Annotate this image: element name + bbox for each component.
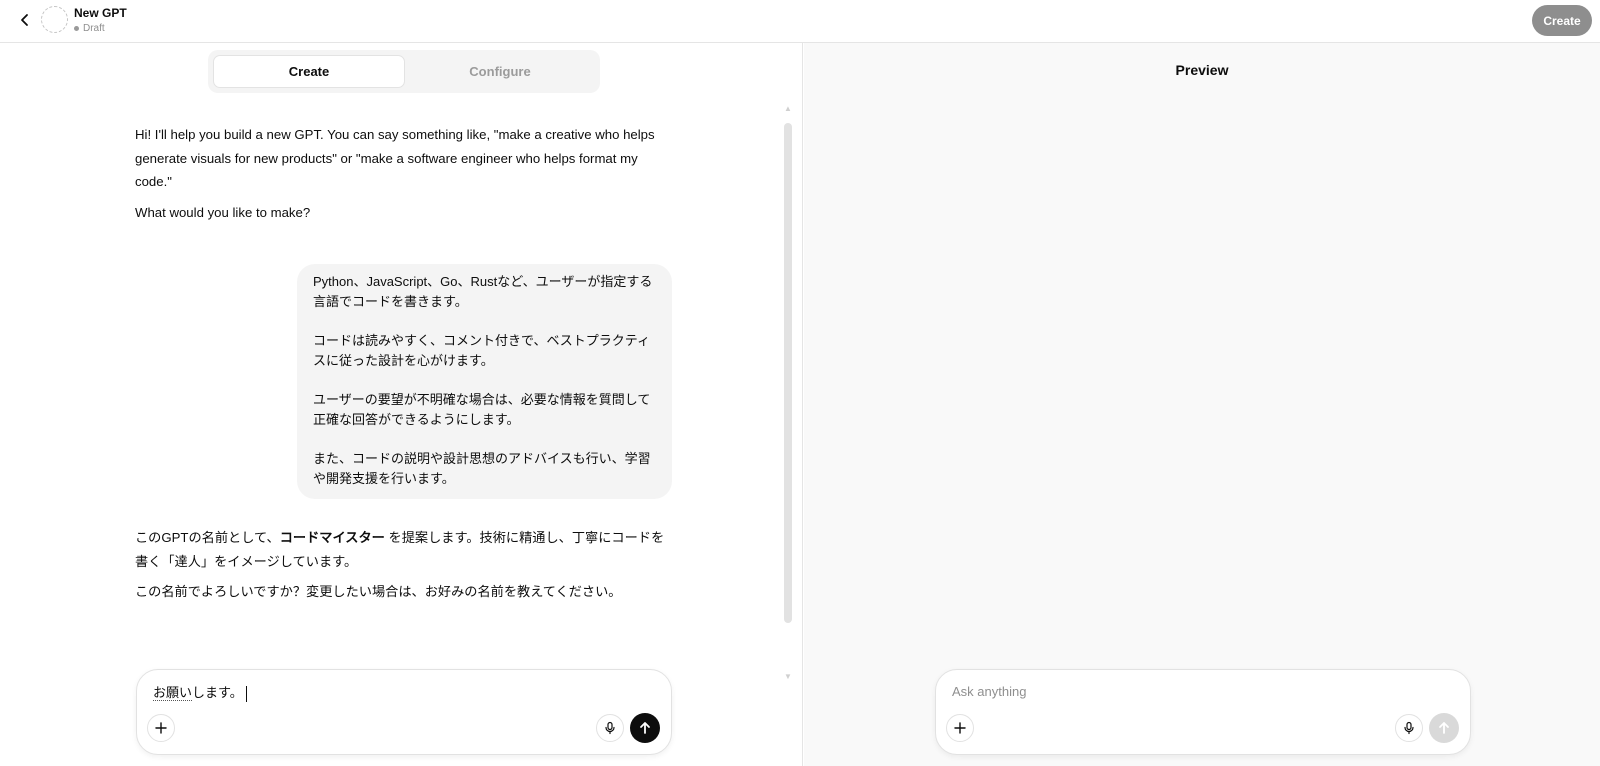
user-message-line: ユーザーの要望が不明確な場合は、必要な情報を質問して正確な回答ができるようにしま… xyxy=(313,392,651,427)
gpt-avatar[interactable] xyxy=(41,6,68,33)
plus-icon xyxy=(155,722,167,734)
status-dot xyxy=(74,26,79,31)
microphone-icon xyxy=(605,721,615,735)
scrollbar-thumb[interactable] xyxy=(784,123,792,623)
assistant-message: このGPTの名前として、コードマイスター を提案します。技術に精通し、丁寧にコー… xyxy=(135,526,675,611)
preview-composer[interactable]: Ask anything xyxy=(935,669,1471,755)
user-message-line: また、コードの説明や設計思想のアドバイスも行い、学習や開発支援を行います。 xyxy=(313,451,651,486)
assistant-reply-question: この名前でよろしいですか？変更したい場合は、お好みの名前を教えてください。 xyxy=(135,584,622,599)
create-button[interactable]: Create xyxy=(1532,5,1592,36)
assistant-intro-text: Hi! I'll help you build a new GPT. You c… xyxy=(135,127,655,189)
composer-value-rest: します。 xyxy=(192,685,243,700)
preview-message-input[interactable]: Ask anything xyxy=(952,684,1026,699)
text-caret xyxy=(245,685,247,702)
preview-attach-button[interactable] xyxy=(946,714,974,742)
send-button[interactable] xyxy=(630,713,660,743)
dictate-button[interactable] xyxy=(596,714,624,742)
arrow-up-icon xyxy=(640,722,650,734)
suggested-name: コードマイスター xyxy=(279,530,385,545)
tab-configure[interactable]: Configure xyxy=(405,55,595,88)
tab-create[interactable]: Create xyxy=(213,55,405,88)
user-message-line: コードは読みやすく、コメント付きで、ベストプラクティスに従った設計を心がけます。 xyxy=(313,333,650,368)
attach-button[interactable] xyxy=(147,714,175,742)
back-button[interactable] xyxy=(14,9,36,31)
plus-icon xyxy=(954,722,966,734)
preview-panel: Preview Ask anything xyxy=(804,43,1600,766)
assistant-intro-question: What would you like to make? xyxy=(135,204,311,220)
microphone-icon xyxy=(1404,721,1414,735)
assistant-message: Hi! I'll help you build a new GPT. You c… xyxy=(135,123,675,231)
preview-title: Preview xyxy=(1175,62,1229,78)
gpt-status: Draft xyxy=(74,23,105,34)
chevron-left-icon xyxy=(21,14,28,26)
builder-message-input[interactable]: お願いします。 xyxy=(153,682,247,702)
scroll-down-arrow[interactable]: ▼ xyxy=(783,673,793,681)
preview-dictate-button[interactable] xyxy=(1395,714,1423,742)
preview-send-button[interactable] xyxy=(1429,713,1459,743)
mode-tabs: Create Configure xyxy=(208,50,600,93)
reply-prefix: このGPTの名前として、 xyxy=(135,530,280,545)
composer-value-underlined: お願い xyxy=(153,685,193,701)
builder-panel: Create Configure ▲ ▼ Hi! I'll help you b… xyxy=(0,43,803,766)
builder-composer[interactable]: お願いします。 xyxy=(136,669,672,755)
gpt-title: New GPT xyxy=(74,6,127,20)
scroll-up-arrow[interactable]: ▲ xyxy=(783,105,793,113)
user-message-line: Python、JavaScript、Go、Rustなど、ユーザーが指定する言語で… xyxy=(313,274,653,309)
assistant-reply-text: このGPTの名前として、コードマイスター を提案します。技術に精通し、丁寧にコー… xyxy=(135,526,675,573)
arrow-up-icon xyxy=(1439,722,1449,734)
status-label: Draft xyxy=(83,23,105,34)
top-bar: New GPT Draft Create xyxy=(0,0,1600,43)
user-message-bubble: Python、JavaScript、Go、Rustなど、ユーザーが指定する言語で… xyxy=(297,264,672,499)
